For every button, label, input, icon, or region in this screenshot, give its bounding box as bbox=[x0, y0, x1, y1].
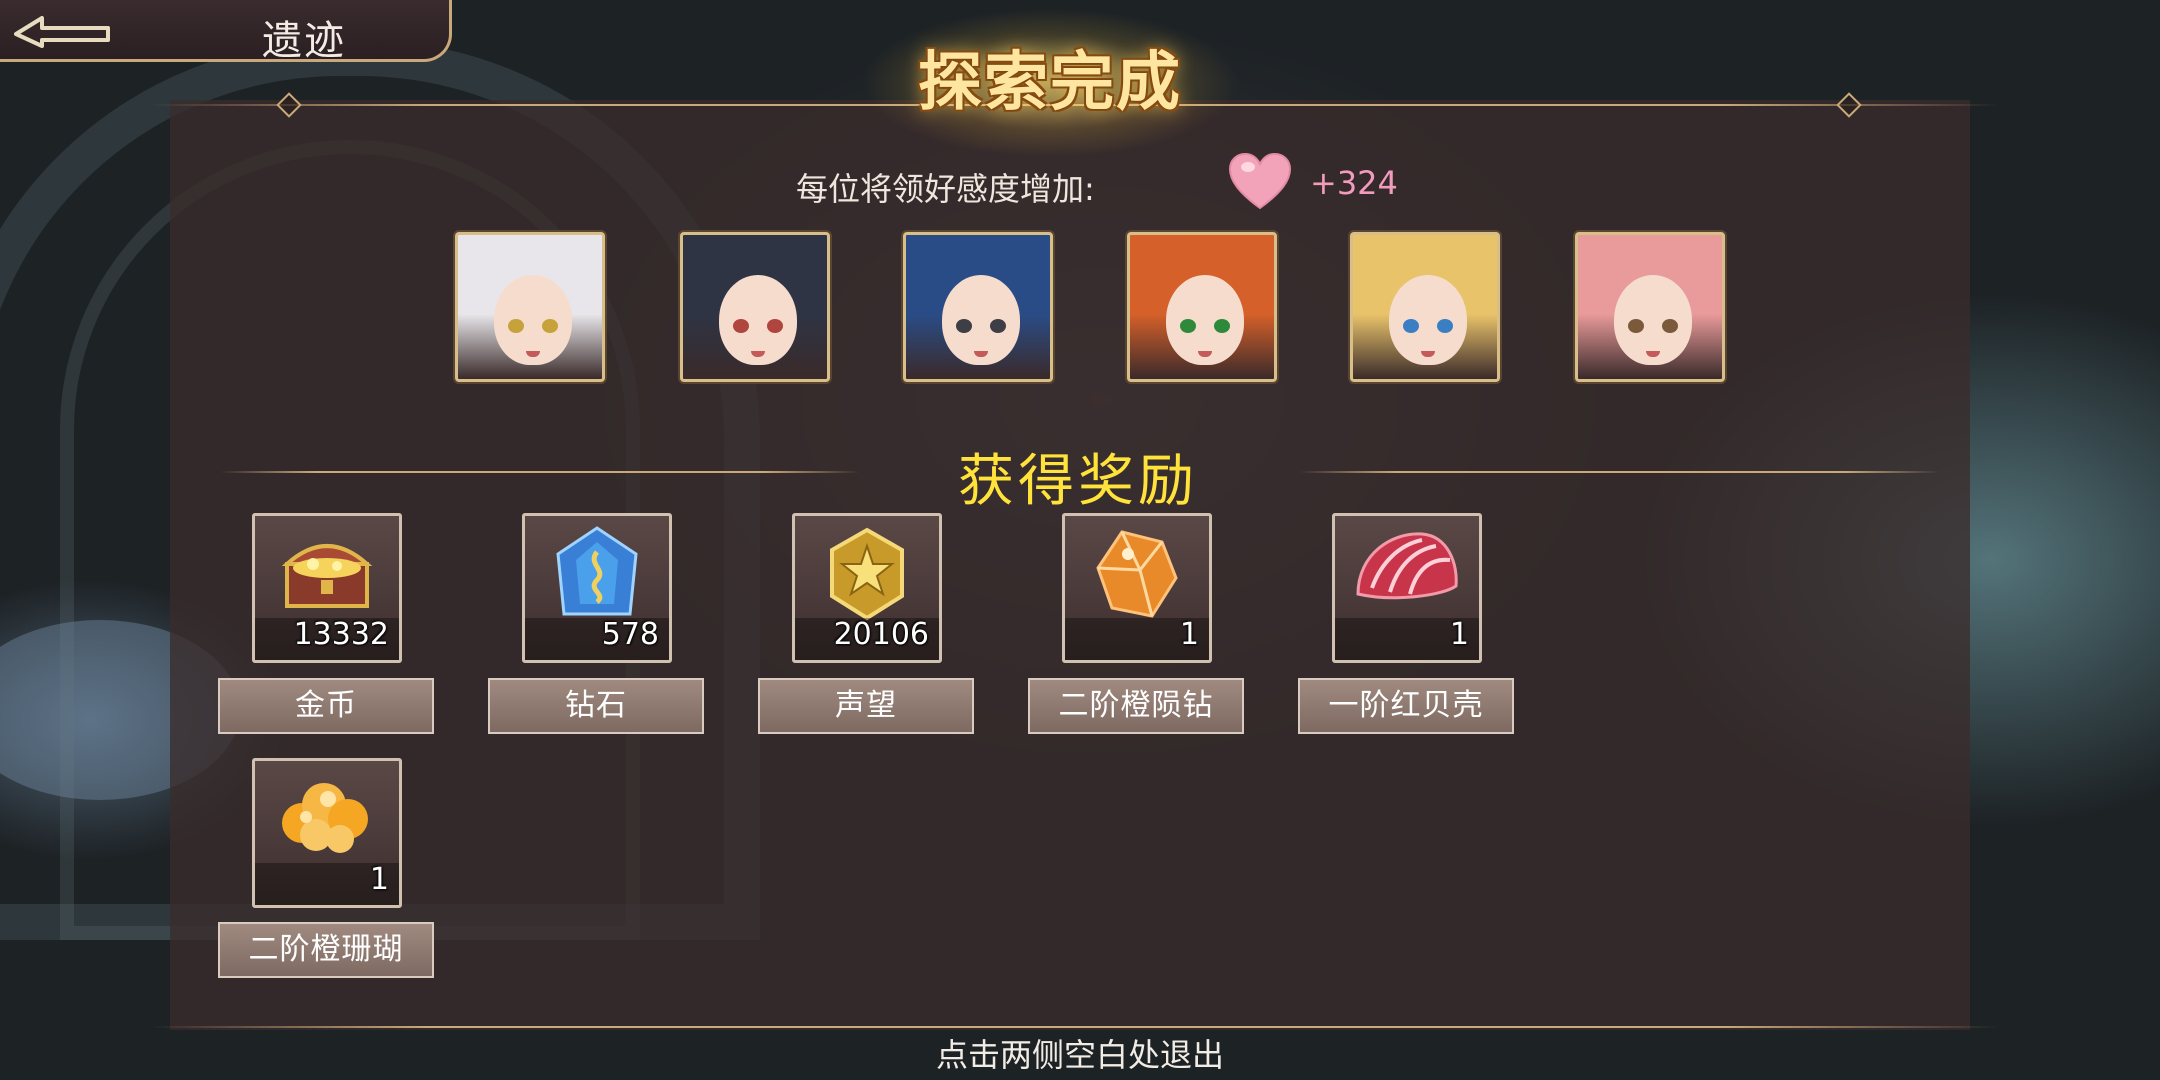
reward-item[interactable]: 1 bbox=[1062, 513, 1212, 663]
page-title: 遗迹 bbox=[262, 18, 346, 64]
portrait-eye bbox=[1403, 319, 1419, 333]
orange-crystal-icon bbox=[1065, 524, 1209, 624]
back-button[interactable] bbox=[8, 6, 118, 54]
reward-name-label: 钻石 bbox=[488, 678, 704, 734]
portrait-eye bbox=[508, 319, 524, 333]
portrait-eye bbox=[767, 319, 783, 333]
completion-banner: 探索完成 bbox=[860, 8, 1240, 158]
panel-bottom-rule bbox=[150, 1026, 2000, 1028]
reward-count: 1 bbox=[1179, 617, 1199, 652]
reward-count: 1 bbox=[1449, 617, 1469, 652]
reward-item[interactable]: 578 bbox=[522, 513, 672, 663]
character-portrait-1[interactable] bbox=[455, 232, 605, 382]
prestige-badge-icon bbox=[795, 524, 939, 624]
reward-name-label: 声望 bbox=[758, 678, 974, 734]
portrait-eye bbox=[1180, 319, 1196, 333]
rewards-title: 获得奖励 bbox=[958, 449, 1198, 514]
affection-value: +324 bbox=[1310, 164, 1398, 202]
portrait-eye bbox=[990, 319, 1006, 333]
rewards-divider-right bbox=[1300, 471, 1940, 473]
banner-title: 探索完成 bbox=[918, 46, 1182, 120]
reward-count: 1 bbox=[369, 862, 389, 897]
reward-count: 13332 bbox=[293, 617, 389, 652]
character-portrait-4[interactable] bbox=[1127, 232, 1277, 382]
portrait-eye bbox=[1662, 319, 1678, 333]
reward-name-label: 金币 bbox=[218, 678, 434, 734]
reward-name-label: 一阶红贝壳 bbox=[1298, 678, 1514, 734]
character-portrait-6[interactable] bbox=[1575, 232, 1725, 382]
orange-coral-icon bbox=[255, 769, 399, 859]
reward-item[interactable]: 1 bbox=[252, 758, 402, 908]
exit-hint: 点击两侧空白处退出 bbox=[935, 1036, 1224, 1074]
header-tab: 遗迹 bbox=[0, 0, 452, 64]
portrait-eye bbox=[1628, 319, 1644, 333]
reward-item[interactable]: 20106 bbox=[792, 513, 942, 663]
reward-name-label: 二阶橙陨钻 bbox=[1028, 678, 1244, 734]
reward-name-label: 二阶橙珊瑚 bbox=[218, 922, 434, 978]
back-arrow-icon bbox=[14, 16, 110, 48]
reward-item[interactable]: 13332 bbox=[252, 513, 402, 663]
reward-count: 20106 bbox=[833, 617, 929, 652]
portrait-eye bbox=[1214, 319, 1230, 333]
portrait-eye bbox=[542, 319, 558, 333]
heart-icon bbox=[1228, 152, 1292, 212]
portrait-eye bbox=[956, 319, 972, 333]
red-shell-icon bbox=[1335, 524, 1479, 614]
character-portrait-3[interactable] bbox=[903, 232, 1053, 382]
reward-count: 578 bbox=[601, 617, 659, 652]
portrait-eye bbox=[733, 319, 749, 333]
reward-item[interactable]: 1 bbox=[1332, 513, 1482, 663]
affection-label: 每位将领好感度增加: bbox=[796, 170, 1095, 208]
blue-diamond-icon bbox=[525, 524, 669, 624]
character-portrait-5[interactable] bbox=[1350, 232, 1500, 382]
character-portrait-2[interactable] bbox=[680, 232, 830, 382]
portrait-eye bbox=[1437, 319, 1453, 333]
treasure-chest-icon bbox=[255, 524, 399, 614]
rewards-divider-left bbox=[220, 471, 860, 473]
